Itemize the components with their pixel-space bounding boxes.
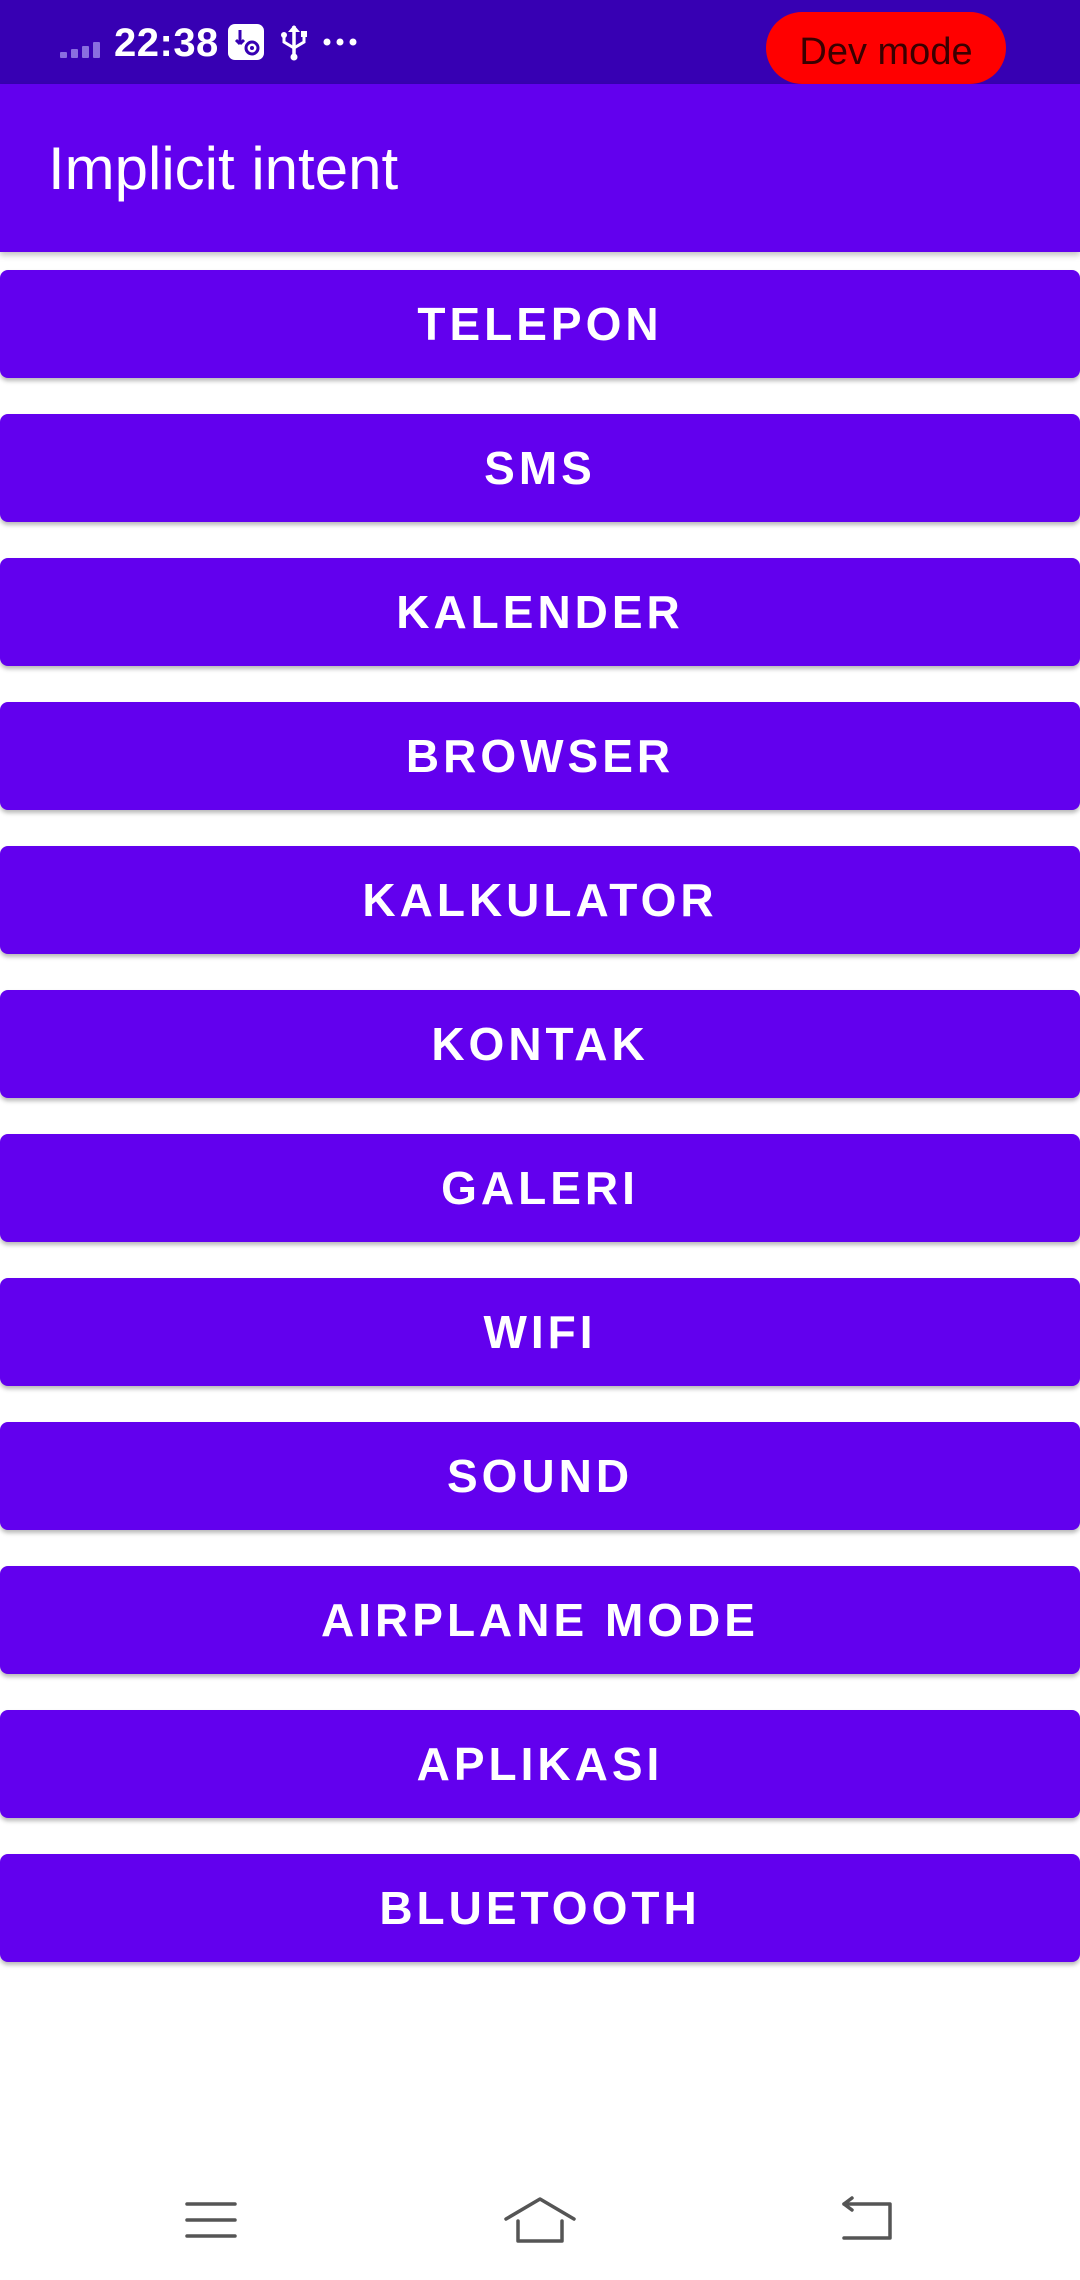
back-icon[interactable] xyxy=(808,2180,928,2260)
galeri-button[interactable]: GALERI xyxy=(0,1134,1080,1242)
usb-debug-icon xyxy=(226,22,266,62)
kalkulator-button[interactable]: KALKULATOR xyxy=(0,846,1080,954)
status-time: 22:38 xyxy=(114,21,219,65)
airplane-mode-button[interactable]: AIRPLANE MODE xyxy=(0,1566,1080,1674)
navigation-bar xyxy=(0,2150,1080,2280)
signal-icon xyxy=(60,40,104,58)
app-bar: Implicit intent xyxy=(0,84,1080,252)
wifi-button[interactable]: WIFI xyxy=(0,1278,1080,1386)
bluetooth-button[interactable]: BLUETOOTH xyxy=(0,1854,1080,1962)
more-dots-icon xyxy=(320,22,360,62)
aplikasi-button[interactable]: APLIKASI xyxy=(0,1710,1080,1818)
kalender-button[interactable]: KALENDER xyxy=(0,558,1080,666)
browser-button[interactable]: BROWSER xyxy=(0,702,1080,810)
dev-mode-badge: Dev mode xyxy=(766,12,1006,84)
sound-button[interactable]: SOUND xyxy=(0,1422,1080,1530)
button-list: TELEPON SMS KALENDER BROWSER KALKULATOR … xyxy=(0,270,1080,1998)
sms-button[interactable]: SMS xyxy=(0,414,1080,522)
telepon-button[interactable]: TELEPON xyxy=(0,270,1080,378)
status-bar: 22:38 Dev mode xyxy=(0,0,1080,84)
usb-icon xyxy=(274,22,314,62)
page-title: Implicit intent xyxy=(48,135,399,202)
menu-icon[interactable] xyxy=(151,2180,271,2260)
kontak-button[interactable]: KONTAK xyxy=(0,990,1080,1098)
home-icon[interactable] xyxy=(480,2180,600,2260)
